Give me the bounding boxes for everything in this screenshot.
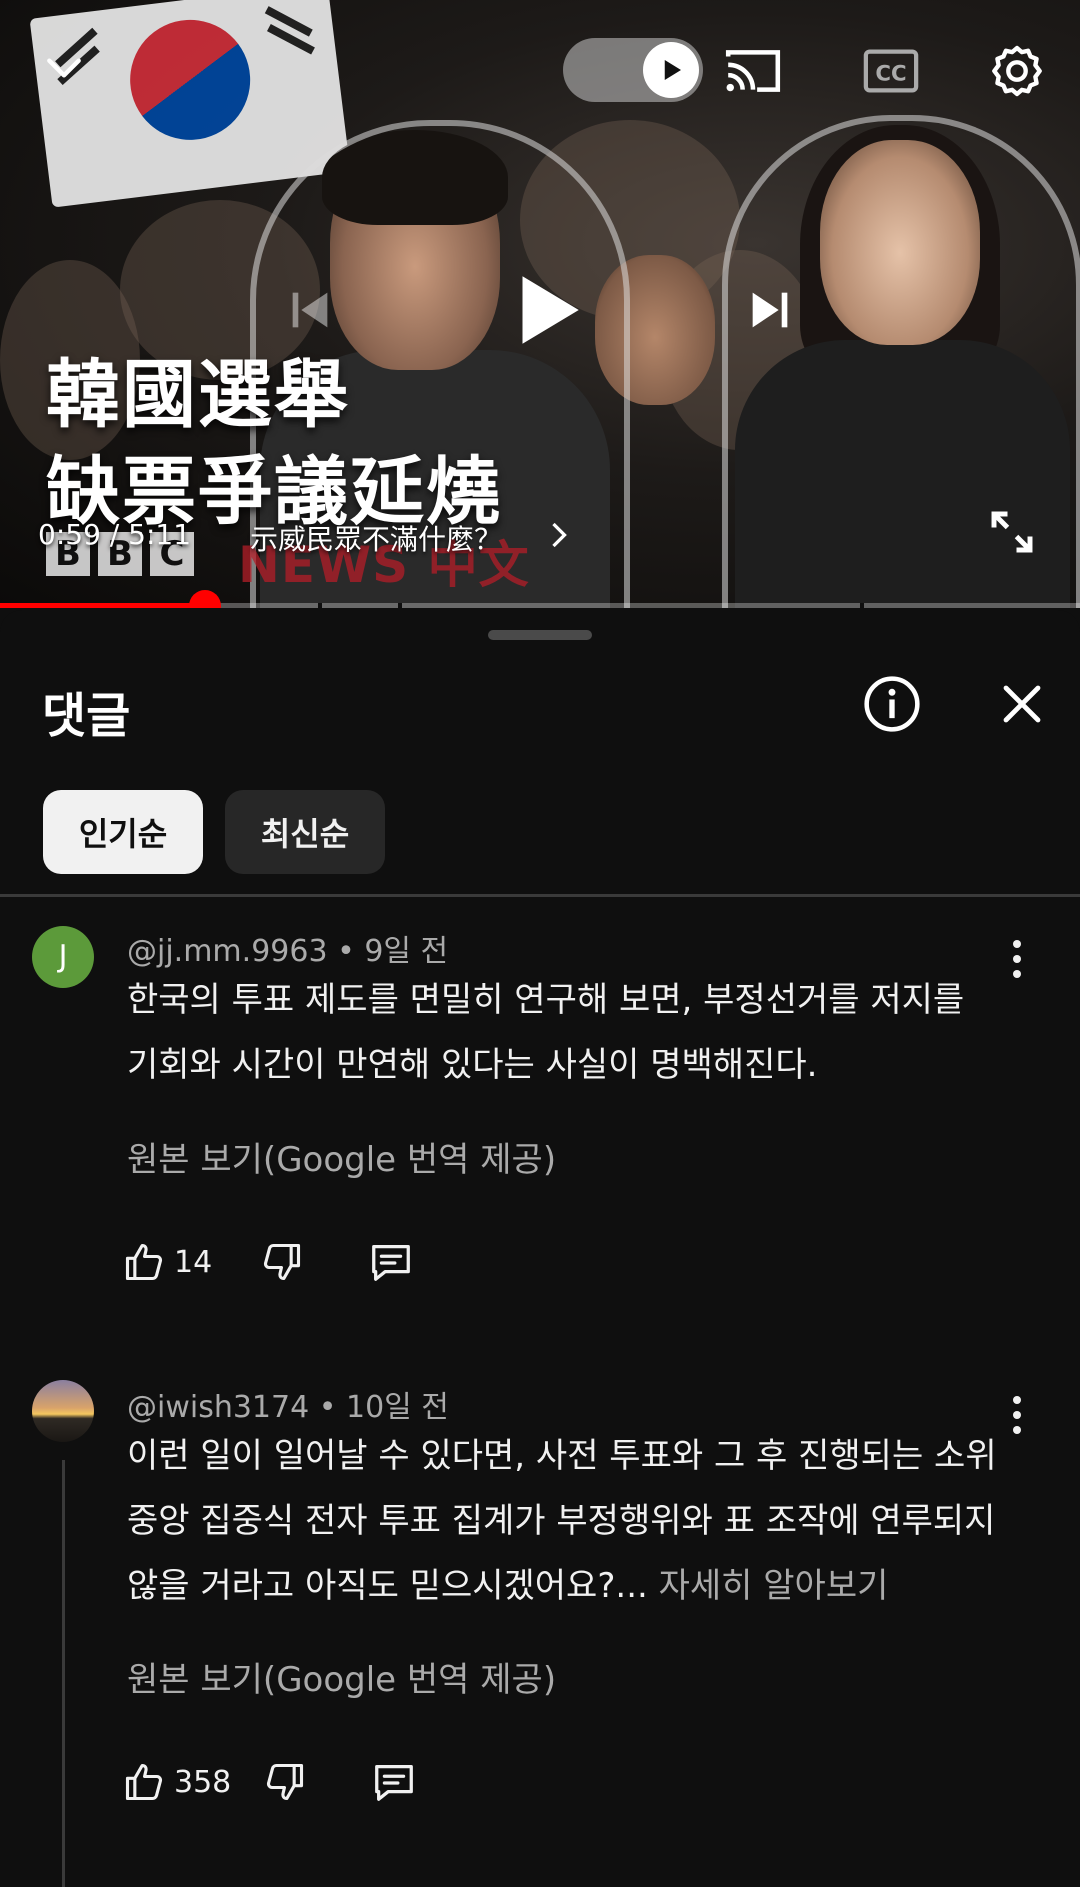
divider (0, 894, 1080, 897)
info-icon[interactable] (860, 672, 924, 736)
comment-text: 한국의 투표 제도를 면밀히 연구해 보면, 부정선거를 저지를 기회와 시간이… (127, 980, 965, 1085)
next-icon[interactable] (740, 280, 800, 340)
view-original-link[interactable]: 원본 보기(Google 번역 제공) (127, 1132, 556, 1181)
thread-line (62, 1460, 65, 1887)
autoplay-toggle[interactable] (563, 38, 703, 102)
chevron-right-icon[interactable] (548, 520, 570, 554)
dislike-button[interactable] (263, 1760, 307, 1804)
time-display: 0:59 / 5:11 (38, 518, 192, 551)
fullscreen-icon[interactable] (980, 500, 1044, 564)
filter-chip-top[interactable]: 인기순 (43, 790, 203, 874)
thumbs-up-icon (125, 1243, 163, 1281)
dislike-button[interactable] (260, 1240, 304, 1284)
cc-icon[interactable]: CC (860, 44, 922, 98)
comment-meta: @jj.mm.9963 • 9일 전 (127, 934, 449, 969)
progress-played (0, 603, 205, 608)
play-button[interactable] (490, 255, 600, 365)
settings-gear-icon[interactable] (984, 38, 1050, 104)
drag-handle[interactable] (488, 630, 592, 640)
thumbs-down-icon (267, 1763, 304, 1801)
previous-icon[interactable] (280, 280, 340, 340)
comments-panel: 댓글 인기순 최신순 J @jj.mm.9963 • 9일 전 한국의 투표 제… (0, 610, 1080, 1887)
comment-actions: 358 (122, 1754, 417, 1810)
avatar[interactable] (32, 1380, 94, 1442)
thumbs-up-icon (125, 1763, 163, 1801)
read-more-link[interactable]: 자세히 알아보기 (659, 1566, 889, 1606)
comment-age: 9일 전 (364, 934, 449, 969)
comments-title: 댓글 (42, 688, 131, 744)
reply-button[interactable] (368, 1239, 414, 1285)
comment-author[interactable]: @jj.mm.9963 (127, 934, 328, 969)
like-button[interactable]: 358 (122, 1760, 231, 1804)
progress-bar[interactable] (0, 590, 1080, 608)
chapter-title[interactable]: 示威民眾不滿什麼？ (250, 518, 502, 558)
like-button[interactable]: 14 (122, 1240, 212, 1284)
svg-text:CC: CC (875, 62, 906, 87)
video-headline-line1: 韓國選舉 (46, 352, 350, 438)
comment-text: 이런 일이 일어날 수 있다면, 사전 투표와 그 후 진행되는 소위 중앙 집… (127, 1436, 997, 1606)
chevron-down-icon[interactable] (36, 40, 92, 96)
like-count: 358 (174, 1764, 232, 1800)
thumbs-down-icon (264, 1243, 301, 1281)
like-count: 14 (174, 1244, 213, 1280)
comment-reply-icon (375, 1765, 414, 1801)
avatar[interactable]: J (32, 926, 94, 988)
play-icon (643, 42, 699, 98)
comment-meta: @iwish3174 • 10일 전 (127, 1390, 449, 1425)
reply-button[interactable] (371, 1759, 417, 1805)
comment-age: 10일 전 (345, 1390, 449, 1425)
cast-icon[interactable] (718, 40, 788, 102)
comment-reply-icon (372, 1245, 411, 1281)
video-player[interactable]: 韓國選舉 缺票爭議延燒 B B C NEWS 中文 CC 0:59 / 5:11 (0, 0, 1080, 608)
filter-chip-newest[interactable]: 최신순 (225, 790, 385, 874)
view-original-link[interactable]: 원본 보기(Google 번역 제공) (127, 1652, 556, 1701)
comment-actions: 14 (122, 1234, 414, 1290)
close-icon[interactable] (990, 672, 1054, 736)
comment-author[interactable]: @iwish3174 (127, 1390, 309, 1425)
